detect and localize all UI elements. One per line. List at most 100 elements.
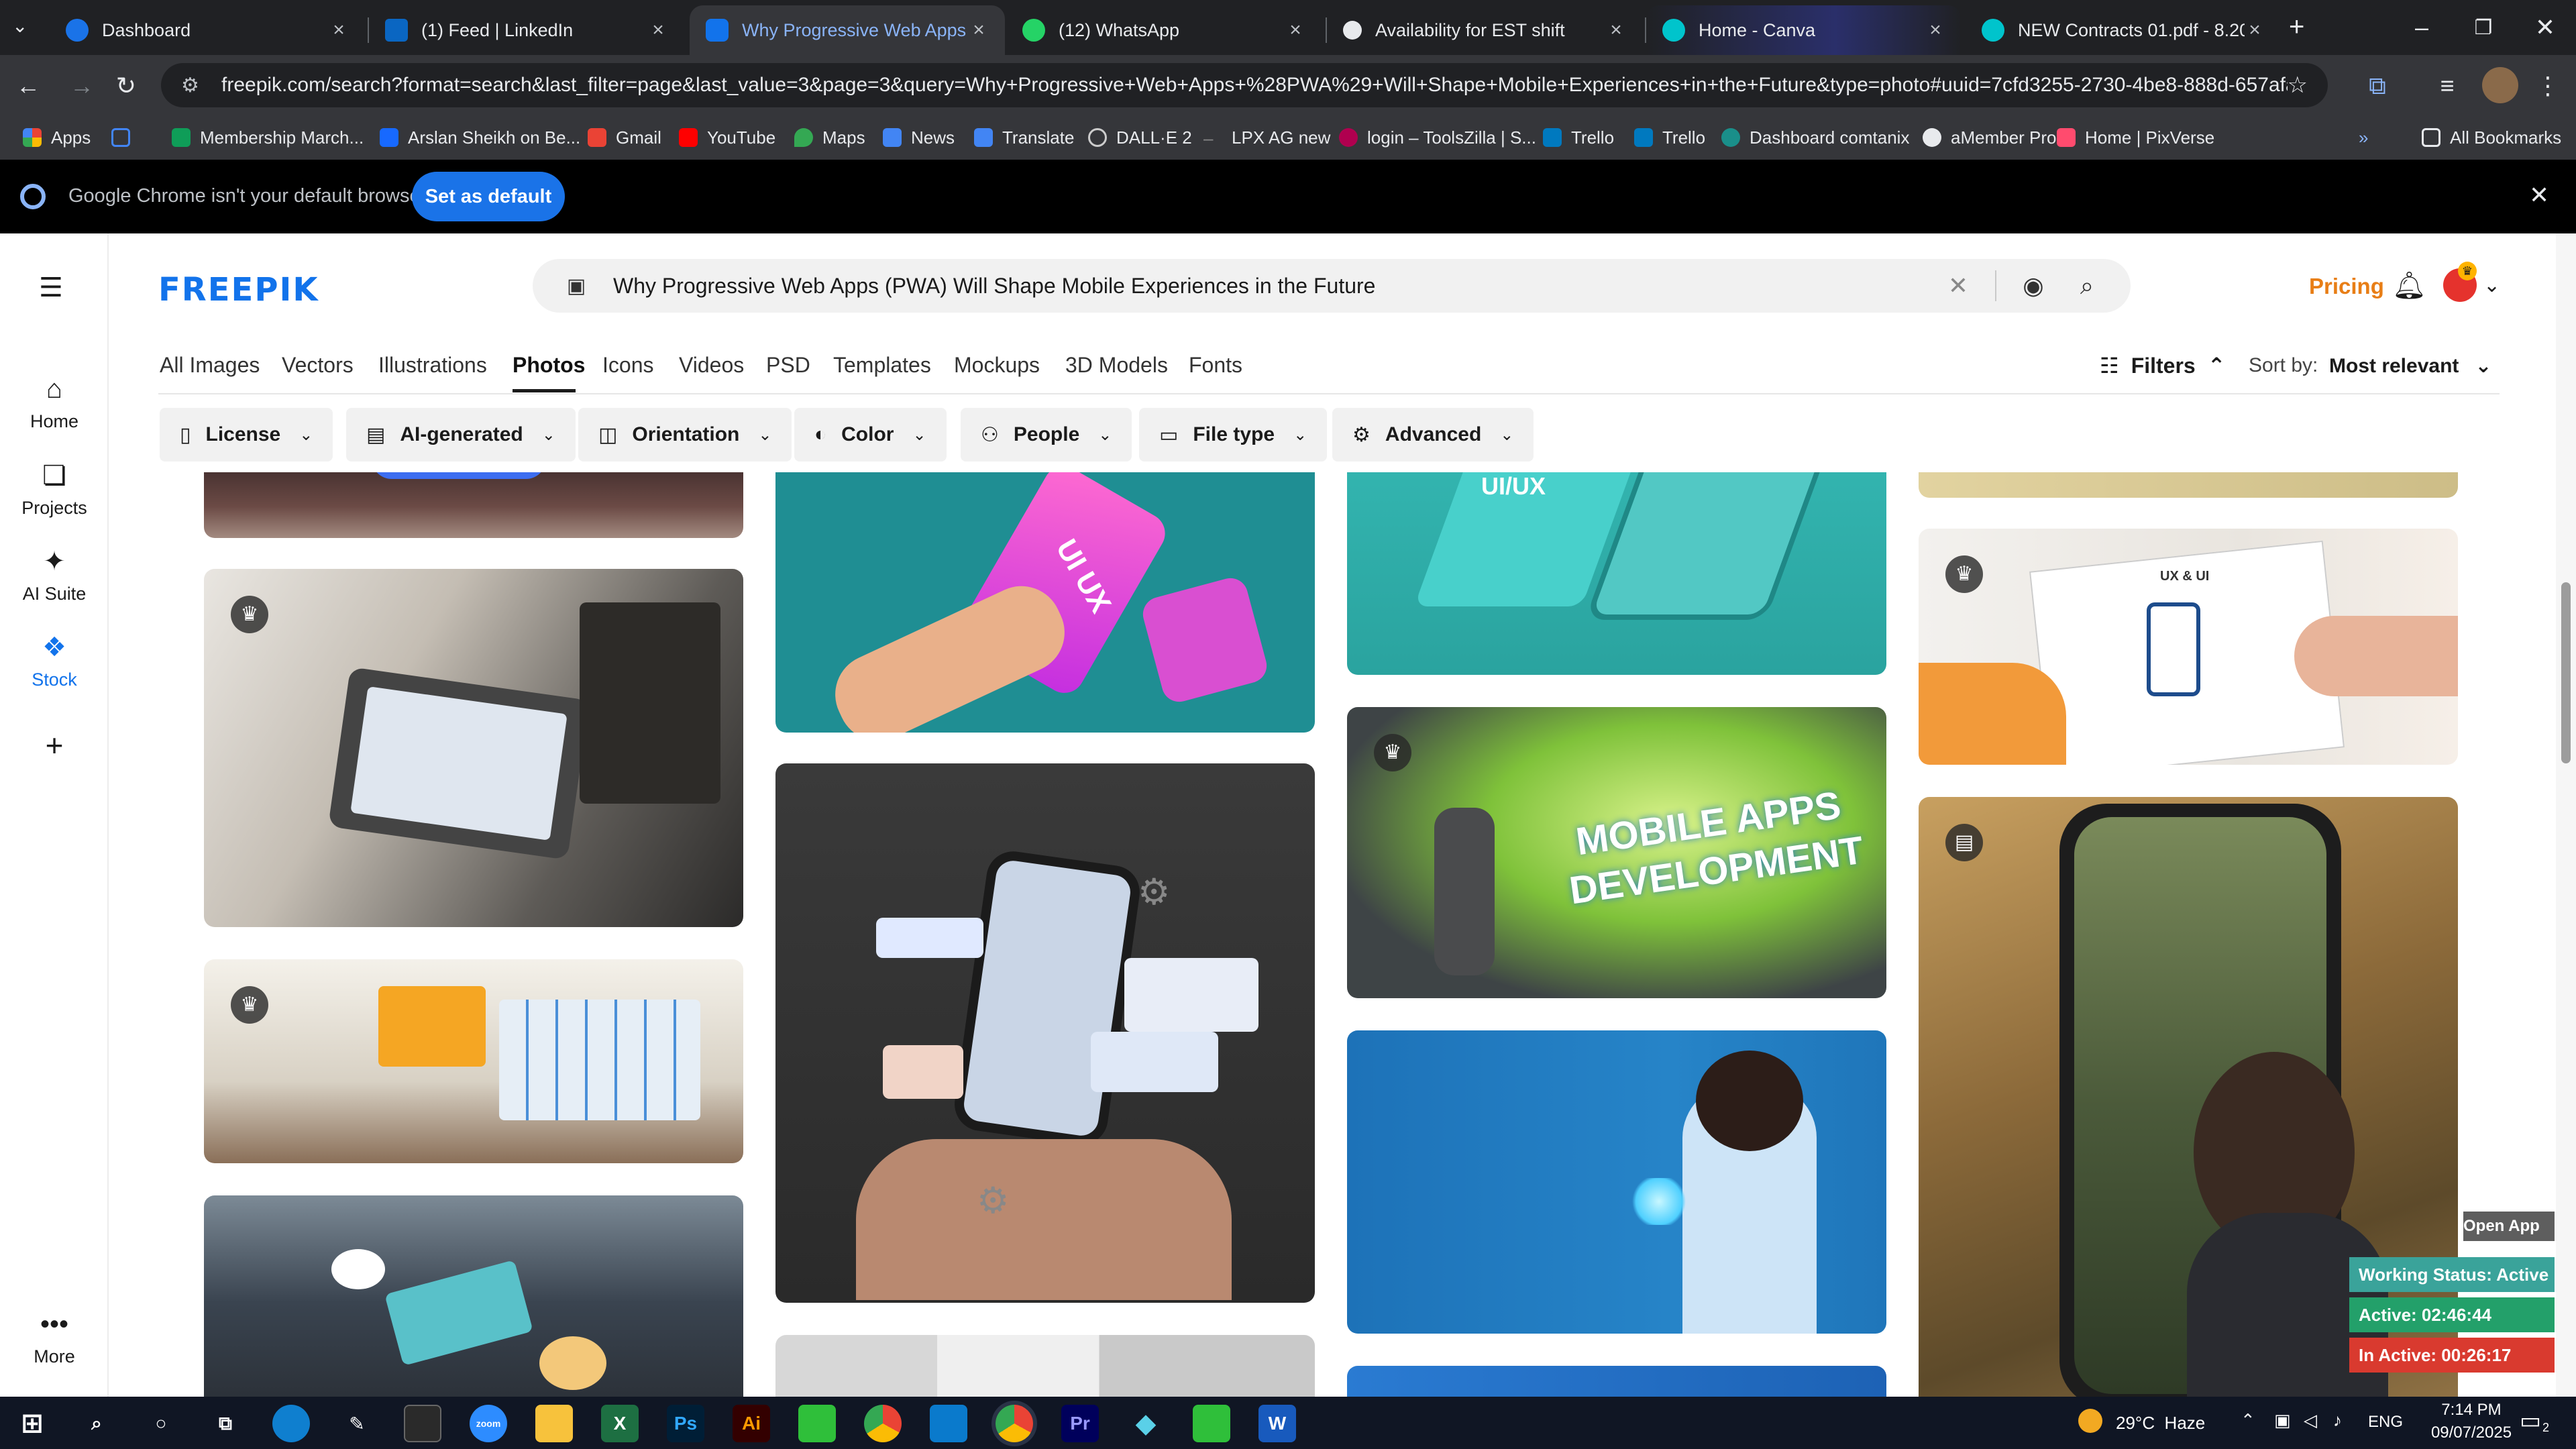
tab-psd[interactable]: PSD bbox=[766, 353, 810, 378]
tab-search-icon[interactable]: ⌄ bbox=[12, 15, 28, 37]
page-scrollbar[interactable] bbox=[2556, 233, 2576, 1397]
tab-illustrations[interactable]: Illustrations bbox=[378, 353, 487, 378]
tab-photos[interactable]: Photos bbox=[513, 353, 585, 378]
tab-dashboard[interactable]: Dashboard × bbox=[50, 5, 365, 55]
volume-icon[interactable]: ♪ bbox=[2333, 1410, 2342, 1431]
close-icon[interactable]: × bbox=[2245, 19, 2265, 42]
image-card[interactable] bbox=[1347, 1030, 1886, 1334]
image-card[interactable] bbox=[204, 1195, 743, 1397]
zoom-icon[interactable]: zoom bbox=[470, 1405, 507, 1442]
image-card[interactable] bbox=[775, 1335, 1315, 1397]
address-bar[interactable]: ⚙ freepik.com/search?format=search&last_… bbox=[161, 63, 2328, 107]
close-icon[interactable]: × bbox=[648, 19, 668, 42]
image-card[interactable]: UX & UI ♛ bbox=[1919, 529, 2458, 765]
restore-icon[interactable]: ❐ bbox=[2453, 0, 2514, 55]
close-icon[interactable]: × bbox=[1925, 19, 1945, 42]
premiere-icon[interactable]: Pr bbox=[1061, 1405, 1099, 1442]
tab-linkedin[interactable]: (1) Feed | LinkedIn × bbox=[369, 5, 684, 55]
chip-people[interactable]: ⚇ People ⌄ bbox=[961, 408, 1132, 462]
excel-icon[interactable]: X bbox=[601, 1405, 639, 1442]
clock-date[interactable]: 09/07/2025 bbox=[2424, 1424, 2518, 1442]
reload-icon[interactable]: ↻ bbox=[107, 67, 145, 105]
network-icon[interactable]: ▣ bbox=[2274, 1410, 2291, 1431]
bookmark-pixverse[interactable]: Home | PixVerse bbox=[2057, 123, 2214, 152]
close-icon[interactable]: × bbox=[969, 19, 989, 42]
clear-icon[interactable]: ✕ bbox=[1941, 272, 1975, 300]
window-close-icon[interactable]: ✕ bbox=[2514, 0, 2576, 55]
pen-icon[interactable]: ✎ bbox=[338, 1405, 376, 1442]
notifications-icon[interactable]: ▭ bbox=[2520, 1407, 2541, 1434]
chevron-up-icon[interactable]: ⌃ bbox=[2241, 1410, 2255, 1431]
tab-canva[interactable]: Home - Canva × bbox=[1646, 5, 1962, 55]
app-green-2-icon[interactable] bbox=[1193, 1405, 1230, 1442]
photoshop-icon[interactable]: Ps bbox=[667, 1405, 704, 1442]
app-green-icon[interactable] bbox=[798, 1405, 836, 1442]
windows-start-icon[interactable]: ⊞ bbox=[13, 1405, 51, 1442]
language-indicator[interactable]: ENG bbox=[2368, 1413, 2403, 1432]
chip-license[interactable]: ▯ License ⌄ bbox=[160, 408, 333, 462]
set-default-button[interactable]: Set as default bbox=[412, 172, 565, 221]
media-icon[interactable]: ≡ bbox=[2428, 67, 2466, 105]
tab-icons[interactable]: Icons bbox=[602, 353, 653, 378]
image-card[interactable] bbox=[204, 472, 743, 538]
task-view-icon[interactable]: ⧉ bbox=[207, 1405, 244, 1442]
bookmarks-overflow-icon[interactable]: » bbox=[2359, 123, 2368, 152]
tab-vectors[interactable]: Vectors bbox=[282, 353, 354, 378]
tab-freepik[interactable]: Why Progressive Web Apps (P\ × bbox=[690, 5, 1005, 55]
infobar-close-icon[interactable]: ✕ bbox=[2529, 181, 2549, 209]
forward-icon[interactable]: → bbox=[63, 67, 101, 105]
filters-button[interactable]: ☷ Filters ⌃ bbox=[2100, 353, 2226, 378]
image-card[interactable] bbox=[1347, 1366, 1886, 1397]
chip-color[interactable]: ◐ Color ⌄ bbox=[794, 408, 947, 462]
hamburger-menu-icon[interactable]: ☰ bbox=[39, 272, 63, 303]
edge-icon[interactable] bbox=[272, 1405, 310, 1442]
vscode-icon[interactable] bbox=[930, 1405, 967, 1442]
profile-avatar[interactable] bbox=[2482, 67, 2518, 103]
image-card[interactable]: ⚙ ⚙ bbox=[775, 763, 1315, 1303]
bookmark-trello-2[interactable]: Trello bbox=[1634, 123, 1705, 152]
chrome-icon[interactable] bbox=[864, 1405, 902, 1442]
pricing-link[interactable]: Pricing bbox=[2309, 274, 2384, 299]
chip-advanced[interactable]: ⚙ Advanced ⌄ bbox=[1332, 408, 1534, 462]
close-icon[interactable]: × bbox=[1285, 19, 1305, 42]
clock-time[interactable]: 7:14 PM bbox=[2424, 1401, 2518, 1419]
tab-videos[interactable]: Videos bbox=[679, 353, 744, 378]
chip-file-type[interactable]: ▭ File type ⌄ bbox=[1139, 408, 1328, 462]
minimize-icon[interactable]: – bbox=[2391, 0, 2453, 55]
bookmark-dalle[interactable]: DALL·E 2 bbox=[1088, 123, 1192, 152]
bookmark-translate[interactable]: Translate bbox=[974, 123, 1074, 152]
bookmark-behance[interactable]: Arslan Sheikh on Be... bbox=[380, 123, 580, 152]
app-diamond-icon[interactable]: ◆ bbox=[1127, 1405, 1165, 1442]
bell-icon[interactable]: 🔔︎ bbox=[2392, 270, 2426, 301]
image-card[interactable]: MOBILE APPS DEVELOPMENT ♛ bbox=[1347, 707, 1886, 998]
bookmark-star-icon[interactable]: ☆ bbox=[2288, 72, 2308, 99]
search-bar[interactable]: ▣ Why Progressive Web Apps (PWA) Will Sh… bbox=[533, 259, 2131, 313]
search-icon[interactable]: ⌕ bbox=[2070, 272, 2104, 301]
new-tab-icon[interactable]: + bbox=[2289, 12, 2304, 42]
tab-availability[interactable]: Availability for EST shift × bbox=[1327, 5, 1642, 55]
scrollbar-thumb[interactable] bbox=[2561, 582, 2571, 763]
tab-3d-models[interactable]: 3D Models bbox=[1065, 353, 1168, 378]
chrome-active-icon[interactable] bbox=[996, 1405, 1033, 1442]
bookmark-grid[interactable] bbox=[111, 123, 140, 152]
bookmark-membership[interactable]: Membership March... bbox=[172, 123, 364, 152]
search-icon[interactable]: ⌕ bbox=[78, 1405, 115, 1442]
bookmark-news[interactable]: News bbox=[883, 123, 955, 152]
chevron-down-icon[interactable]: ⌄ bbox=[2483, 274, 2500, 297]
bookmark-youtube[interactable]: YouTube bbox=[679, 123, 775, 152]
weather-text[interactable]: 29°C Haze bbox=[2116, 1413, 2205, 1434]
camera-icon[interactable]: ◉ bbox=[2017, 272, 2050, 300]
bookmark-apps[interactable]: Apps bbox=[23, 123, 91, 152]
close-icon[interactable]: × bbox=[1606, 19, 1626, 42]
tab-mockups[interactable]: Mockups bbox=[954, 353, 1040, 378]
site-info-icon[interactable]: ⚙ bbox=[181, 74, 208, 97]
image-card[interactable]: UI/UX bbox=[1347, 472, 1886, 675]
chip-ai-generated[interactable]: ▤ AI-generated ⌄ bbox=[346, 408, 576, 462]
illustrator-icon[interactable]: Ai bbox=[733, 1405, 770, 1442]
close-icon[interactable]: × bbox=[329, 19, 349, 42]
image-card[interactable]: ♛ bbox=[204, 959, 743, 1163]
cortana-icon[interactable]: ○ bbox=[142, 1405, 180, 1442]
tab-all-images[interactable]: All Images bbox=[160, 353, 260, 378]
file-explorer-icon[interactable] bbox=[535, 1405, 573, 1442]
open-app-button[interactable]: Open App ↗ bbox=[2463, 1212, 2555, 1265]
